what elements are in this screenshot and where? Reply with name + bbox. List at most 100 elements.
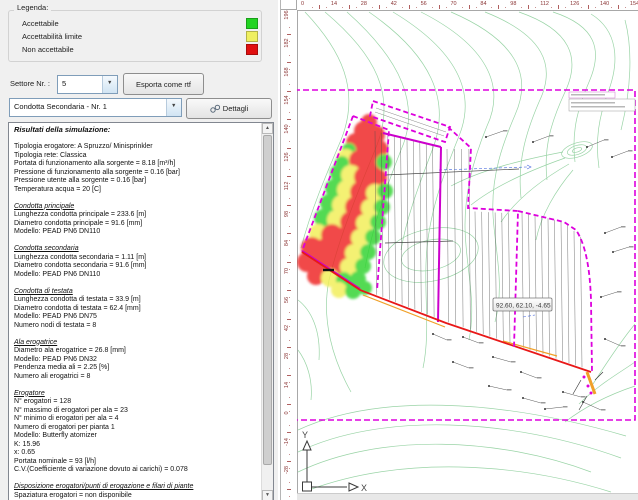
pipe-select[interactable]: Condotta Secondaria - Nr. 1 ▼ <box>9 98 182 117</box>
result-line: N° massimo di erogatori per ala = 23 <box>14 407 260 416</box>
ruler-top-label: 154 <box>630 1 638 7</box>
ruler-left-label: -14 <box>284 433 290 451</box>
results-scrollbar[interactable]: ▲ ▼ <box>261 123 273 500</box>
result-line: Lunghezza condotta principale = 233.6 [m… <box>14 211 260 220</box>
map-panel: 0 14 28 42 56 70 84 98 112 126 140 154 196 182 168 154… <box>280 0 638 500</box>
ruler-left-label: 126 <box>284 148 290 166</box>
dropdown-arrow-icon[interactable]: ▼ <box>166 99 181 116</box>
ruler-top-label: 126 <box>570 1 579 7</box>
result-line: Portata nominale = 93 [l/h] <box>14 458 260 467</box>
legend-label-acceptable: Accettabile <box>22 19 59 28</box>
simulation-results-box[interactable]: Risultati della simulazione: Tipologia e… <box>8 122 274 500</box>
result-line: Tipologia erogatore: A Spruzzo/ Minispri… <box>14 143 260 152</box>
result-line: Ala erogatrice <box>14 339 260 348</box>
secondary-pipe <box>363 295 445 327</box>
result-line: N° erogatori = 128 <box>14 398 260 407</box>
ruler-left-label: 140 <box>284 120 290 138</box>
ruler-top-label: 0 <box>301 1 304 7</box>
result-line <box>14 279 260 288</box>
ruler-top-label: 98 <box>510 1 516 7</box>
application-window: Legenda: Accettabile Accettabilità limit… <box>0 0 638 500</box>
axis-indicator: Y X <box>302 430 367 493</box>
ruler-left-label: 112 <box>284 177 290 195</box>
result-line: Lunghezza condotta secondaria = 1.11 [m] <box>14 254 260 263</box>
result-line: x: 0.65 <box>14 449 260 458</box>
result-line <box>14 135 260 144</box>
result-line: Portata di funzionamento alla sorgente =… <box>14 160 260 169</box>
result-line: Diametro condotta secondaria = 91.6 [mm] <box>14 262 260 271</box>
result-line: Lunghezza condotta di testata = 33.9 [m] <box>14 296 260 305</box>
result-line <box>14 194 260 203</box>
legend-label-not-acceptable: Non accettabile <box>22 45 74 54</box>
ruler-left-label: 168 <box>284 63 290 81</box>
result-line: Pressione utente alla sorgente = 0.16 [b… <box>14 177 260 186</box>
legend-swatch-yellow <box>246 31 258 42</box>
result-line <box>14 237 260 246</box>
sector-select-value: 5 <box>62 79 66 88</box>
ruler-top-label: 140 <box>600 1 609 7</box>
result-line: Erogatore <box>14 390 260 399</box>
ruler-top-label: 112 <box>540 1 549 7</box>
result-line: Disposizione erogatori/punti di erogazio… <box>14 483 260 492</box>
scroll-down-button[interactable]: ▼ <box>262 490 273 500</box>
sector-select[interactable]: 5 ▼ <box>57 75 118 94</box>
map-canvas[interactable]: 92.60, 62.10, -4.65 Y X <box>297 10 638 494</box>
result-line: Diametro ala erogatrice = 26.8 [mm] <box>14 347 260 356</box>
details-button[interactable]: Dettagli <box>186 98 272 119</box>
ruler-left-label: 56 <box>284 291 290 309</box>
result-line: Diametro condotta di testata = 62.4 [mm] <box>14 305 260 314</box>
result-line: Risultati della simulazione: <box>14 126 260 135</box>
settings-panel: Legenda: Accettabile Accettabilità limit… <box>0 0 278 500</box>
ruler-left-label: 154 <box>284 91 290 109</box>
result-line: Numero di erogatori per pianta 1 <box>14 424 260 433</box>
ruler-left-label: 42 <box>284 319 290 337</box>
legend-swatch-green <box>246 18 258 29</box>
legend-swatch-red <box>246 44 258 55</box>
ruler-left-label: 14 <box>284 376 290 394</box>
result-line: Modello: PEAD PN6 DN75 <box>14 313 260 322</box>
result-line: Numero ali erogatrici = 8 <box>14 373 260 382</box>
result-line: Modello: PEAD PN6 DN110 <box>14 271 260 280</box>
ruler-top-label: 70 <box>451 1 457 7</box>
export-rtf-button[interactable]: Esporta come rtf <box>123 73 204 95</box>
ruler-top-label: 14 <box>331 1 337 7</box>
ruler-corner <box>281 0 297 10</box>
result-line: Condotta principale <box>14 203 260 212</box>
details-icon <box>210 104 220 113</box>
details-label: Dettagli <box>223 104 248 113</box>
result-line: C.V.(Coefficiente di variazione dovuto a… <box>14 466 260 475</box>
scrollbar-thumb[interactable] <box>263 135 272 465</box>
result-line <box>14 330 260 339</box>
legend-label-limit: Accettabilità limite <box>22 32 82 41</box>
axis-x-label: X <box>361 483 367 493</box>
coordinate-tooltip: 92.60, 62.10, -4.65 <box>493 298 552 311</box>
legend-title: Legenda: <box>14 3 51 12</box>
result-line <box>14 475 260 484</box>
ruler-left-label: 28 <box>284 347 290 365</box>
result-line: Diametro condotta principale = 91.6 [mm] <box>14 220 260 229</box>
ruler-top-label: 28 <box>361 1 367 7</box>
ruler-left-label: 182 <box>284 34 290 52</box>
result-line: K: 15.96 <box>14 441 260 450</box>
ruler-left-label: 70 <box>284 262 290 280</box>
pipe-select-value: Condotta Secondaria - Nr. 1 <box>14 102 107 111</box>
dropdown-arrow-icon[interactable]: ▼ <box>102 76 117 93</box>
result-line: Modello: PEAD PN6 DN110 <box>14 228 260 237</box>
ruler-left-label: 98 <box>284 205 290 223</box>
scroll-up-button[interactable]: ▲ <box>262 123 273 134</box>
simulation-results-text: Risultati della simulazione: Tipologia e… <box>14 126 260 500</box>
result-line: Spaziatura erogatori = non disponibile <box>14 492 260 500</box>
result-line: Condotta secondaria <box>14 245 260 254</box>
ruler-top-label: 56 <box>421 1 427 7</box>
ruler-left-label: 84 <box>284 234 290 252</box>
map-scroll-strip[interactable] <box>297 493 638 500</box>
result-line: Numero nodi di testata = 8 <box>14 322 260 331</box>
sector-label: Settore Nr. : <box>10 79 50 88</box>
result-line <box>14 381 260 390</box>
ruler-left-label: 196 <box>284 10 290 24</box>
export-rtf-label: Esporta come rtf <box>136 80 191 89</box>
result-line: Tipologia rete: Classica <box>14 152 260 161</box>
ruler-top-label: 84 <box>480 1 486 7</box>
ruler-left-label: -28 <box>284 461 290 479</box>
result-line: Modello: PEAD PN6 DN32 <box>14 356 260 365</box>
